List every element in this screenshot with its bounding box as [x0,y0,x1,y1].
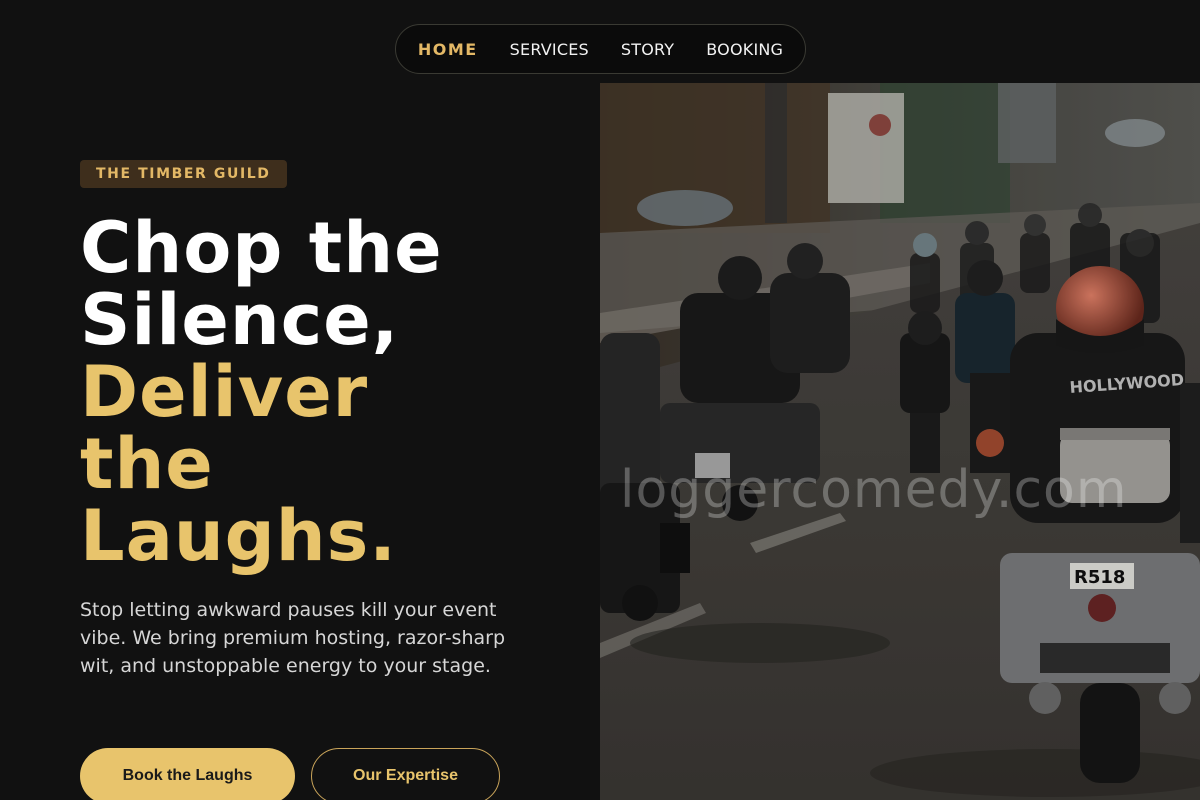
hero-photo-motorcycle-riders: R518 HOLLYWOOD [600,83,1200,800]
headline-line-2: Silence, [80,279,400,361]
main-nav: HOME SERVICES STORY BOOKING [395,24,806,74]
hero-headline: Chop the Silence, Deliver the Laughs. [80,212,580,572]
landing-page: HOME SERVICES STORY BOOKING THE TIMBER G… [0,0,1200,800]
headline-line-1: Chop the [80,207,443,289]
nav-item-story[interactable]: STORY [621,40,674,59]
watermark-text: loggercomedy.com [620,460,1128,520]
our-expertise-button[interactable]: Our Expertise [311,748,500,800]
book-the-laughs-button[interactable]: Book the Laughs [80,748,295,800]
headline-accent: Deliver the Laughs. [80,351,397,577]
nav-item-home[interactable]: HOME [418,40,478,59]
hero-description: Stop letting awkward pauses kill your ev… [80,599,506,677]
brand-badge: THE TIMBER GUILD [80,160,287,188]
nav-item-booking[interactable]: BOOKING [706,40,783,59]
nav-item-services[interactable]: SERVICES [510,40,589,59]
